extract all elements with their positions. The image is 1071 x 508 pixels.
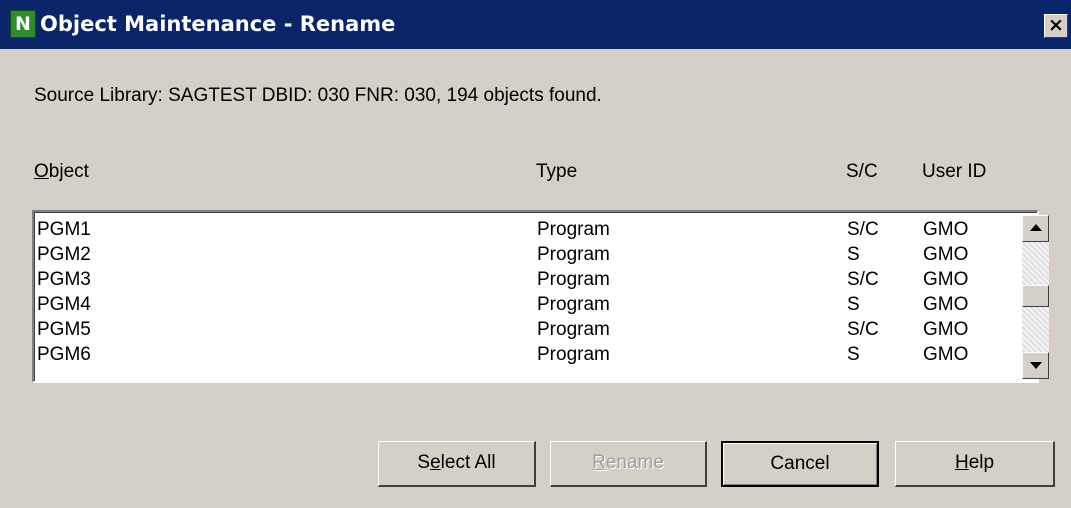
rename-mnemonic: R [592, 452, 606, 473]
select-all-label-post: lect All [440, 452, 496, 473]
object-type: Program [537, 244, 610, 265]
object-type: Program [537, 319, 610, 340]
object-type: Program [537, 269, 610, 290]
object-user-id: GMO [923, 269, 969, 290]
object-sc: S/C [847, 219, 879, 240]
scrollbar-thumb[interactable] [1022, 285, 1049, 307]
scroll-down-button[interactable] [1022, 352, 1049, 379]
column-header-sc: S/C [846, 161, 878, 182]
chevron-down-icon [1030, 362, 1042, 369]
object-type: Program [537, 344, 610, 365]
rename-label-post: ename [605, 452, 664, 473]
list-row[interactable]: PGM6 Program S GMO [34, 342, 1014, 367]
object-sc: S [847, 294, 860, 315]
object-user-id: GMO [923, 244, 969, 265]
object-sc: S/C [847, 319, 879, 340]
object-header-rest: bject [48, 161, 89, 182]
vertical-scrollbar[interactable] [1022, 215, 1049, 379]
list-row[interactable]: PGM1 Program S/C GMO [34, 217, 1014, 242]
scroll-up-button[interactable] [1022, 215, 1049, 242]
list-row[interactable]: PGM2 Program S GMO [34, 242, 1014, 267]
source-library-info: Source Library: SAGTEST DBID: 030 FNR: 0… [34, 85, 602, 106]
object-name: PGM3 [37, 269, 91, 290]
object-list[interactable]: PGM1 Program S/C GMO PGM2 Program S GMO … [32, 210, 1049, 383]
natural-app-icon: N [10, 10, 36, 38]
window-title: Object Maintenance - Rename [40, 12, 396, 36]
object-user-id: GMO [923, 219, 969, 240]
object-user-id: GMO [923, 344, 969, 365]
close-button[interactable]: × [1044, 14, 1068, 38]
object-sc: S/C [847, 269, 879, 290]
close-icon: × [1048, 14, 1064, 36]
column-header-user-id: User ID [922, 161, 987, 182]
list-row[interactable]: PGM5 Program S/C GMO [34, 317, 1014, 342]
object-type: Program [537, 294, 610, 315]
list-row[interactable]: PGM3 Program S/C GMO [34, 267, 1014, 292]
chevron-up-icon [1030, 224, 1042, 231]
list-row[interactable]: PGM4 Program S GMO [34, 292, 1014, 317]
help-button[interactable]: Help [895, 441, 1055, 487]
column-header-type: Type [536, 161, 578, 182]
object-name: PGM6 [37, 344, 91, 365]
object-sc: S [847, 244, 860, 265]
object-name: PGM2 [37, 244, 91, 265]
cancel-button[interactable]: Cancel [721, 441, 879, 487]
select-all-mnemonic: e [430, 452, 441, 473]
object-name: PGM1 [37, 219, 91, 240]
dialog-window: N Object Maintenance - Rename × Source L… [0, 0, 1071, 508]
rename-button[interactable]: Rename [550, 441, 707, 487]
object-name: PGM5 [37, 319, 91, 340]
object-header-mnemonic: O [34, 161, 49, 182]
title-bar: N Object Maintenance - Rename × [0, 0, 1071, 49]
object-type: Program [537, 219, 610, 240]
help-label-post: elp [968, 452, 995, 473]
help-mnemonic: H [954, 452, 969, 473]
object-name: PGM4 [37, 294, 91, 315]
column-header-object[interactable]: Object [34, 158, 89, 186]
object-user-id: GMO [923, 319, 969, 340]
select-all-label-pre: S [417, 452, 431, 473]
object-user-id: GMO [923, 294, 969, 315]
object-sc: S [847, 344, 860, 365]
select-all-button[interactable]: Select All [378, 441, 536, 487]
